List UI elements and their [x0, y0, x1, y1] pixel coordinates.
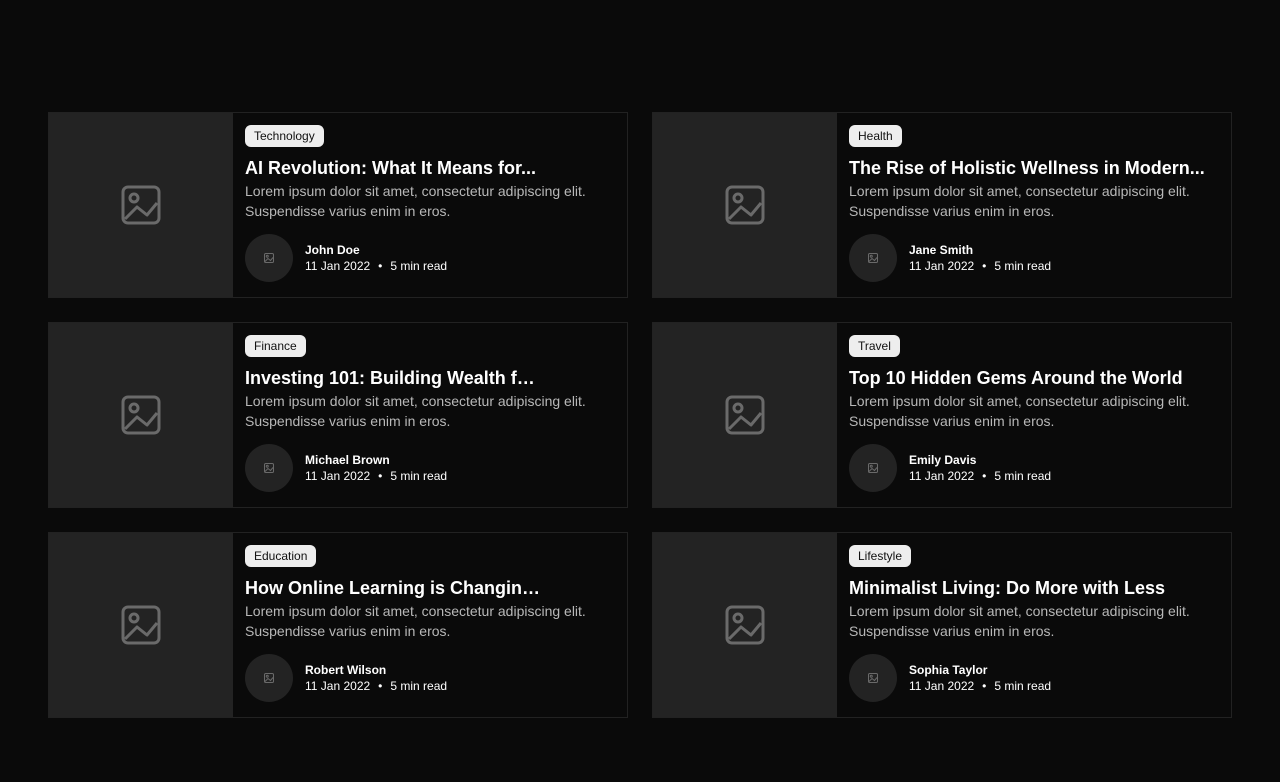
avatar — [849, 234, 897, 282]
post-date: 11 Jan 2022 — [909, 259, 975, 273]
post-meta: 11 Jan 2022 • 5 min read — [909, 258, 1051, 274]
post-author: Sophia Taylor 11 Jan 2022 • 5 min read — [849, 654, 1219, 702]
post-date: 11 Jan 2022 — [909, 469, 975, 483]
post-date: 11 Jan 2022 — [909, 679, 975, 693]
author-name[interactable]: Robert Wilson — [305, 662, 447, 678]
post-thumbnail[interactable] — [653, 533, 837, 717]
author-meta: Emily Davis 11 Jan 2022 • 5 min read — [909, 452, 1051, 484]
meta-separator: • — [378, 259, 383, 273]
post-description: Lorem ipsum dolor sit amet, consectetur … — [245, 603, 586, 639]
image-placeholder-icon — [264, 463, 274, 473]
author-name[interactable]: Jane Smith — [909, 242, 1051, 258]
post-content: Finance Investing 101: Building Wealth f… — [233, 323, 627, 507]
image-placeholder-icon — [868, 673, 878, 683]
category-tag[interactable]: Lifestyle — [849, 545, 912, 567]
post-content: Technology AI Revolution: What It Means … — [233, 113, 627, 297]
post-description: Lorem ipsum dolor sit amet, consectetur … — [849, 183, 1190, 219]
post-meta: 11 Jan 2022 • 5 min read — [305, 258, 447, 274]
author-name[interactable]: John Doe — [305, 242, 447, 258]
post-meta: 11 Jan 2022 • 5 min read — [305, 468, 447, 484]
avatar — [245, 654, 293, 702]
post-description: Lorem ipsum dolor sit amet, consectetur … — [849, 603, 1190, 639]
post-content: Education How Online Learning is Changin… — [233, 533, 627, 717]
blog-post-grid: Technology AI Revolution: What It Means … — [48, 112, 1232, 718]
author-meta: Robert Wilson 11 Jan 2022 • 5 min read — [305, 662, 447, 694]
avatar — [245, 234, 293, 282]
category-tag[interactable]: Health — [849, 125, 902, 147]
post-meta: 11 Jan 2022 • 5 min read — [305, 678, 447, 694]
category-tag[interactable]: Travel — [849, 335, 900, 357]
read-time: 5 min read — [390, 679, 448, 693]
author-name[interactable]: Sophia Taylor — [909, 662, 1051, 678]
author-name[interactable]: Michael Brown — [305, 452, 447, 468]
blog-card[interactable]: Lifestyle Minimalist Living: Do More wit… — [652, 532, 1232, 718]
meta-separator: • — [982, 469, 987, 483]
blog-card[interactable]: Travel Top 10 Hidden Gems Around the Wor… — [652, 322, 1232, 508]
category-tag[interactable]: Technology — [245, 125, 324, 147]
post-thumbnail[interactable] — [49, 533, 233, 717]
post-date: 11 Jan 2022 — [305, 469, 371, 483]
post-author: Jane Smith 11 Jan 2022 • 5 min read — [849, 234, 1219, 282]
author-meta: Michael Brown 11 Jan 2022 • 5 min read — [305, 452, 447, 484]
image-placeholder-icon — [121, 605, 161, 645]
read-time: 5 min read — [994, 259, 1052, 273]
blog-card[interactable]: Technology AI Revolution: What It Means … — [48, 112, 628, 298]
meta-separator: • — [378, 469, 383, 483]
meta-separator: • — [378, 679, 383, 693]
image-placeholder-icon — [725, 185, 765, 225]
post-content: Travel Top 10 Hidden Gems Around the Wor… — [837, 323, 1231, 507]
author-meta: John Doe 11 Jan 2022 • 5 min read — [305, 242, 447, 274]
image-placeholder-icon — [121, 395, 161, 435]
read-time: 5 min read — [390, 259, 448, 273]
post-meta: 11 Jan 2022 • 5 min read — [909, 678, 1051, 694]
author-meta: Sophia Taylor 11 Jan 2022 • 5 min read — [909, 662, 1051, 694]
post-author: John Doe 11 Jan 2022 • 5 min read — [245, 234, 615, 282]
image-placeholder-icon — [264, 253, 274, 263]
post-thumbnail[interactable] — [49, 323, 233, 507]
image-placeholder-icon — [725, 605, 765, 645]
post-author: Robert Wilson 11 Jan 2022 • 5 min read — [245, 654, 615, 702]
post-title[interactable]: Investing 101: Building Wealth for the..… — [245, 367, 545, 389]
post-title[interactable]: How Online Learning is Changing... — [245, 577, 545, 599]
image-placeholder-icon — [121, 185, 161, 225]
blog-card[interactable]: Education How Online Learning is Changin… — [48, 532, 628, 718]
post-meta: 11 Jan 2022 • 5 min read — [909, 468, 1051, 484]
read-time: 5 min read — [994, 679, 1052, 693]
blog-card[interactable]: Finance Investing 101: Building Wealth f… — [48, 322, 628, 508]
post-content: Lifestyle Minimalist Living: Do More wit… — [837, 533, 1231, 717]
post-description: Lorem ipsum dolor sit amet, consectetur … — [245, 393, 586, 429]
post-content: Health The Rise of Holistic Wellness in … — [837, 113, 1231, 297]
author-meta: Jane Smith 11 Jan 2022 • 5 min read — [909, 242, 1051, 274]
avatar — [245, 444, 293, 492]
blog-card[interactable]: Health The Rise of Holistic Wellness in … — [652, 112, 1232, 298]
post-date: 11 Jan 2022 — [305, 679, 371, 693]
avatar — [849, 654, 897, 702]
post-author: Emily Davis 11 Jan 2022 • 5 min read — [849, 444, 1219, 492]
image-placeholder-icon — [868, 253, 878, 263]
category-tag[interactable]: Education — [245, 545, 317, 567]
post-title[interactable]: AI Revolution: What It Means for... — [245, 157, 545, 179]
post-description: Lorem ipsum dolor sit amet, consectetur … — [849, 393, 1190, 429]
author-name[interactable]: Emily Davis — [909, 452, 1051, 468]
category-tag[interactable]: Finance — [245, 335, 306, 357]
read-time: 5 min read — [994, 469, 1052, 483]
post-date: 11 Jan 2022 — [305, 259, 371, 273]
image-placeholder-icon — [264, 673, 274, 683]
post-thumbnail[interactable] — [653, 113, 837, 297]
image-placeholder-icon — [725, 395, 765, 435]
post-title[interactable]: The Rise of Holistic Wellness in Modern.… — [849, 157, 1209, 179]
post-description: Lorem ipsum dolor sit amet, consectetur … — [245, 183, 586, 219]
post-thumbnail[interactable] — [49, 113, 233, 297]
post-title[interactable]: Top 10 Hidden Gems Around the World — [849, 367, 1209, 389]
image-placeholder-icon — [868, 463, 878, 473]
avatar — [849, 444, 897, 492]
post-title[interactable]: Minimalist Living: Do More with Less — [849, 577, 1209, 599]
post-thumbnail[interactable] — [653, 323, 837, 507]
read-time: 5 min read — [390, 469, 448, 483]
post-author: Michael Brown 11 Jan 2022 • 5 min read — [245, 444, 615, 492]
meta-separator: • — [982, 679, 987, 693]
meta-separator: • — [982, 259, 987, 273]
